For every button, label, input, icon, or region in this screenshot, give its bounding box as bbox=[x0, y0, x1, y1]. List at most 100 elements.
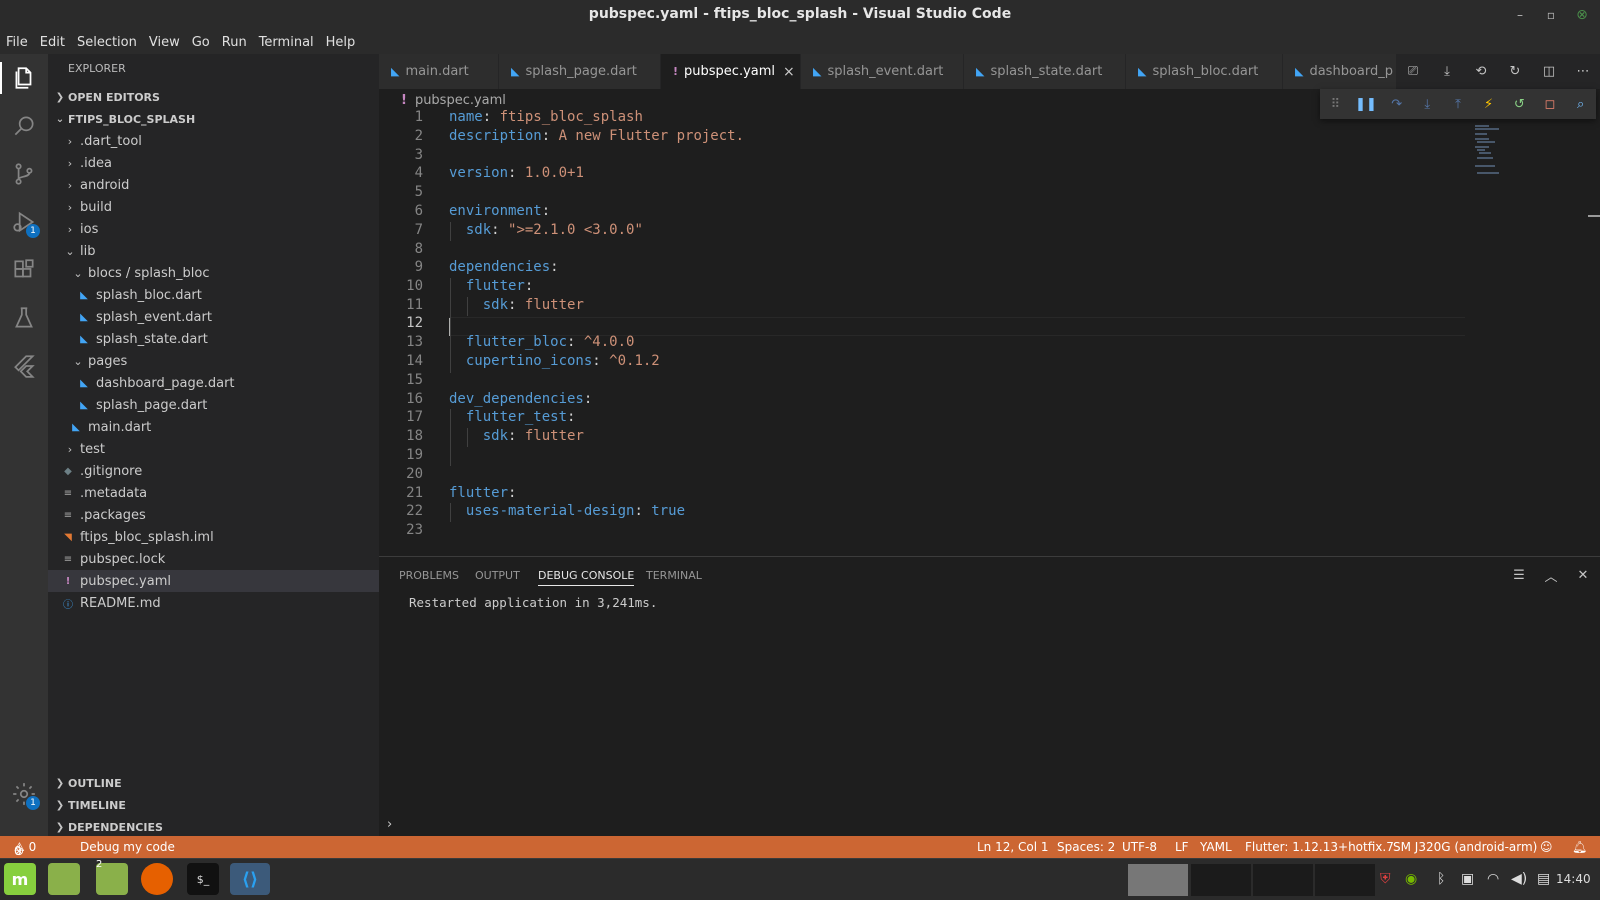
project-section[interactable]: ⌄ FTIPS_BLOC_SPLASH bbox=[48, 108, 379, 130]
shield-icon[interactable]: ⛨ bbox=[1380, 871, 1391, 887]
testing-activity[interactable] bbox=[0, 294, 48, 342]
tree-folder-idea[interactable]: › .idea bbox=[48, 152, 379, 174]
console-prompt[interactable]: › bbox=[387, 817, 392, 832]
tree-file-pubspec-lock[interactable]: ≡ pubspec.lock bbox=[48, 548, 379, 570]
files-window-icon[interactable]: 2 bbox=[96, 859, 128, 895]
clock[interactable]: 14:40 bbox=[1556, 872, 1591, 886]
tree-folder-ios[interactable]: › ios bbox=[48, 218, 379, 240]
menu-help[interactable]: Help bbox=[320, 35, 362, 50]
chevron-up-icon[interactable]: ︿ bbox=[1541, 565, 1561, 585]
minimap[interactable] bbox=[1465, 121, 1585, 181]
close-icon[interactable]: × bbox=[783, 64, 795, 80]
encoding-status[interactable]: UTF-8 bbox=[1122, 840, 1157, 854]
tree-folder-android[interactable]: › android bbox=[48, 174, 379, 196]
language-status[interactable]: YAML bbox=[1200, 840, 1232, 854]
close-panel-icon[interactable]: ✕ bbox=[1573, 565, 1593, 585]
tree-file-gitignore[interactable]: ◆ .gitignore bbox=[48, 460, 379, 482]
tree-folder-blocs[interactable]: ⌄ blocs / splash_bloc bbox=[48, 262, 379, 284]
tab-terminal[interactable]: TERMINAL bbox=[646, 569, 702, 582]
flutter-activity[interactable] bbox=[0, 342, 48, 390]
maximize-button[interactable]: ▫ bbox=[1541, 5, 1561, 25]
tree-file-splash-event[interactable]: ◣ splash_event.dart bbox=[48, 306, 379, 328]
run-debug-activity[interactable]: 1 bbox=[0, 198, 48, 246]
tree-folder-build[interactable]: › build bbox=[48, 196, 379, 218]
tree-file-iml[interactable]: ◥ ftips_bloc_splash.iml bbox=[48, 526, 379, 548]
explorer-activity[interactable] bbox=[0, 54, 48, 102]
tree-file-splash-state[interactable]: ◣ splash_state.dart bbox=[48, 328, 379, 350]
tab-output[interactable]: OUTPUT bbox=[475, 569, 520, 582]
mint-menu-icon[interactable]: m bbox=[4, 863, 36, 895]
nvidia-icon[interactable]: ◉ bbox=[1405, 871, 1417, 887]
extensions-activity[interactable] bbox=[0, 246, 48, 294]
tree-file-packages[interactable]: ≡ .packages bbox=[48, 504, 379, 526]
timeline-section[interactable]: ❯ TIMELINE bbox=[48, 794, 379, 816]
tree-folder-lib[interactable]: ⌄ lib bbox=[48, 240, 379, 262]
code-editor[interactable]: 1 name: ftips_bloc_splash 2 description: A… bbox=[379, 108, 1559, 556]
download-icon[interactable]: ⤓ bbox=[1436, 61, 1458, 83]
drive-icon[interactable]: ▣ bbox=[1461, 871, 1474, 887]
indentation-status[interactable]: Spaces: 2 bbox=[1057, 840, 1115, 854]
close-window-button[interactable]: ⊗ bbox=[1572, 5, 1592, 25]
tree-file-main[interactable]: ◣ main.dart bbox=[48, 416, 379, 438]
search-activity[interactable] bbox=[0, 102, 48, 150]
dependencies-section[interactable]: ❯ DEPENDENCIES bbox=[48, 816, 379, 838]
tab-splash-page[interactable]: ◣ splash_page.dart bbox=[499, 54, 661, 89]
outline-section[interactable]: ❯ OUTLINE bbox=[48, 772, 379, 794]
menu-selection[interactable]: Selection bbox=[71, 35, 143, 50]
menu-go[interactable]: Go bbox=[186, 35, 216, 50]
eol-status[interactable]: LF bbox=[1175, 840, 1189, 854]
tree-file-splash-bloc[interactable]: ◣ splash_bloc.dart bbox=[48, 284, 379, 306]
tab-splash-event[interactable]: ◣ splash_event.dart bbox=[801, 54, 964, 89]
terminal-icon[interactable]: $_ bbox=[187, 863, 219, 895]
bell-icon[interactable]: 🔔︎ bbox=[1572, 840, 1587, 854]
firefox-icon[interactable] bbox=[141, 863, 173, 895]
open-editors-section[interactable]: ❯ OPEN EDITORS bbox=[48, 86, 379, 108]
tab-splash-state[interactable]: ◣ splash_state.dart bbox=[964, 54, 1126, 89]
vertical-scrollbar[interactable] bbox=[1586, 111, 1600, 556]
workspace-3[interactable] bbox=[1253, 864, 1313, 896]
tab-problems[interactable]: PROBLEMS bbox=[399, 569, 459, 582]
tree-file-splash-page[interactable]: ◣ splash_page.dart bbox=[48, 394, 379, 416]
tree-file-pubspec-yaml[interactable]: ! pubspec.yaml bbox=[48, 570, 379, 592]
workspace-1[interactable] bbox=[1128, 864, 1188, 896]
problems-status[interactable]: ⊗ 0 ⚠ 0 bbox=[14, 840, 36, 858]
menu-file[interactable]: File bbox=[0, 35, 34, 50]
tab-pubspec-yaml[interactable]: ! pubspec.yaml × bbox=[661, 54, 801, 89]
flutter-version-status[interactable]: Flutter: 1.12.13+hotfix.7 bbox=[1245, 840, 1394, 854]
sync-icon[interactable]: ⟲ bbox=[1470, 61, 1492, 83]
source-control-activity[interactable] bbox=[0, 150, 48, 198]
tab-debug-console[interactable]: DEBUG CONSOLE bbox=[538, 569, 635, 586]
menu-terminal[interactable]: Terminal bbox=[253, 35, 320, 50]
wifi-icon[interactable]: ◠ bbox=[1487, 871, 1499, 887]
settings-activity[interactable]: 1 bbox=[0, 770, 48, 818]
tab-splash-bloc[interactable]: ◣ splash_bloc.dart bbox=[1126, 54, 1283, 89]
menu-run[interactable]: Run bbox=[216, 35, 253, 50]
tree-folder-test[interactable]: › test bbox=[48, 438, 379, 460]
clear-console-icon[interactable]: ☰ bbox=[1509, 565, 1529, 585]
device-icon[interactable]: ⎚ bbox=[1402, 61, 1424, 83]
tree-file-metadata[interactable]: ≡ .metadata bbox=[48, 482, 379, 504]
more-actions-icon[interactable]: ⋯ bbox=[1572, 61, 1594, 83]
volume-icon[interactable]: ◀) bbox=[1511, 871, 1527, 887]
folder-icon[interactable] bbox=[48, 863, 80, 895]
refresh-icon[interactable]: ↻ bbox=[1504, 61, 1526, 83]
device-status[interactable]: SM J320G (android-arm) bbox=[1393, 840, 1537, 854]
tree-file-readme[interactable]: ⓘ README.md bbox=[48, 592, 379, 614]
menu-edit[interactable]: Edit bbox=[34, 35, 71, 50]
split-editor-icon[interactable]: ◫ bbox=[1538, 61, 1560, 83]
tree-folder-dart-tool[interactable]: › .dart_tool bbox=[48, 130, 379, 152]
code-line: 2 description: A new Flutter project. bbox=[379, 127, 1479, 146]
minimize-button[interactable]: – bbox=[1510, 5, 1530, 25]
vscode-taskbar-icon[interactable]: ⟨⟩ bbox=[230, 863, 270, 895]
workspace-4[interactable] bbox=[1315, 864, 1375, 896]
cursor-position[interactable]: Ln 12, Col 1 bbox=[977, 840, 1049, 854]
menu-view[interactable]: View bbox=[143, 35, 186, 50]
bluetooth-icon[interactable]: ᛒ bbox=[1437, 871, 1445, 887]
clipboard-icon[interactable]: ▤ bbox=[1537, 871, 1550, 887]
tree-folder-pages[interactable]: ⌄ pages bbox=[48, 350, 379, 372]
workspace-2[interactable] bbox=[1191, 864, 1251, 896]
tree-file-dashboard-page[interactable]: ◣ dashboard_page.dart bbox=[48, 372, 379, 394]
tab-main-dart[interactable]: ◣ main.dart bbox=[379, 54, 499, 89]
feedback-icon[interactable]: ☺ bbox=[1540, 840, 1553, 854]
debug-status[interactable]: Debug my code bbox=[80, 840, 175, 854]
